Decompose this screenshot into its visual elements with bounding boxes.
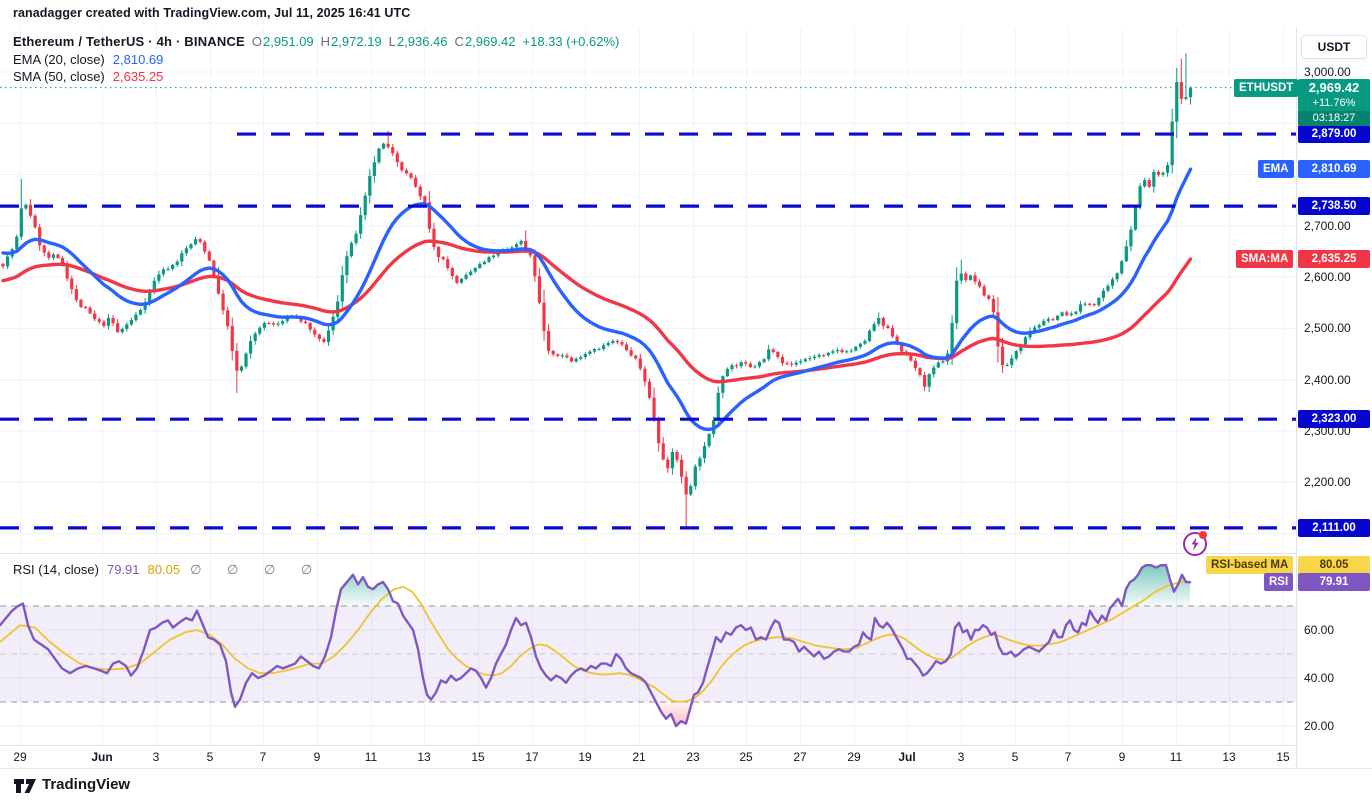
last-price: 2,969.42 [1298, 79, 1370, 96]
bar-countdown: 03:18:27 [1298, 111, 1370, 126]
sma-legend-value: 2,635.25 [113, 69, 164, 84]
price-axis-label: 2,400.00 [1304, 373, 1370, 387]
price-axis-label: 2,500.00 [1304, 321, 1370, 335]
sma-legend-label: SMA (50, close) [13, 69, 105, 84]
support-resistance-price-box[interactable]: 2,879.00 [1298, 125, 1370, 143]
ema-legend-value: 2,810.69 [113, 52, 164, 67]
rsi-axis-label: 20.00 [1304, 719, 1370, 733]
sma-price-box: 2,635.25 [1298, 250, 1370, 268]
price-axis-label: 2,700.00 [1304, 219, 1370, 233]
rsi-value-box: 79.91 [1298, 573, 1370, 591]
legend-symbol-row: Ethereum / TetherUS · 4h · BINANCE O2,951… [13, 34, 619, 51]
rsi-ma-value-box: 80.05 [1298, 556, 1370, 574]
attribution-text: ranadagger created with TradingView.com,… [13, 6, 410, 20]
ema-tag[interactable]: EMA [1258, 160, 1294, 178]
ema-legend-label: EMA (20, close) [13, 52, 105, 67]
support-resistance-price-box[interactable]: 2,738.50 [1298, 197, 1370, 215]
symbol-tag[interactable]: ETHUSDT [1234, 79, 1298, 97]
price-axis-label: 2,600.00 [1304, 270, 1370, 284]
rsi-legend-label: RSI (14, close) [13, 562, 99, 577]
ohlc-key: L [389, 34, 396, 49]
symbol-title: Ethereum / TetherUS · 4h · BINANCE [13, 34, 245, 49]
tradingview-wordmark[interactable]: TradingView [42, 776, 130, 793]
legend-sma-row: SMA (50, close) 2,635.25 [13, 69, 163, 86]
support-resistance-price-box[interactable]: 2,323.00 [1298, 410, 1370, 428]
rsi-ma-legend-value: 80.05 [148, 562, 181, 577]
ohlc-key: O [252, 34, 262, 49]
ohlc-key: C [455, 34, 464, 49]
support-resistance-price-box[interactable]: 2,111.00 [1298, 519, 1370, 537]
sma-tag[interactable]: SMA:MA [1236, 250, 1293, 268]
ohlc-value: 2,936.46 [397, 34, 448, 49]
rsi-legend-value: 79.91 [107, 562, 140, 577]
day-change-percent: +11.76% [1298, 96, 1370, 111]
ohlc-value: 2,951.09 [263, 34, 314, 49]
notification-dot [1199, 531, 1207, 539]
change-value: +18.33 (+0.62%) [523, 34, 620, 49]
tradingview-logo-icon[interactable] [13, 776, 39, 801]
legend-ema-row: EMA (20, close) 2,810.69 [13, 52, 163, 69]
ohlc-value: 2,972.19 [331, 34, 382, 49]
rsi-legend-row: RSI (14, close) 79.91 80.05 ∅ ∅ ∅ ∅ [13, 562, 323, 579]
ema-price-box: 2,810.69 [1298, 160, 1370, 178]
rsi-axis-label: 40.00 [1304, 671, 1370, 685]
boost-button[interactable] [1183, 532, 1207, 556]
rsi-tag[interactable]: RSI [1264, 573, 1293, 591]
currency-unit-button[interactable]: USDT [1301, 35, 1367, 59]
price-axis-label: 2,200.00 [1304, 475, 1370, 489]
footer-bar: TradingView [0, 768, 1372, 801]
tradingview-chart-page: 29Jun357911131517192123252729Jul35791113… [0, 0, 1372, 801]
ohlc-key: H [321, 34, 330, 49]
price-axis-label: 3,000.00 [1304, 65, 1370, 79]
last-price-box: 2,969.42+11.76%03:18:27 [1298, 79, 1370, 126]
rsi-axis-label: 60.00 [1304, 623, 1370, 637]
rsi-ma-tag[interactable]: RSI-based MA [1206, 556, 1293, 574]
rsi-hidden-values: ∅ ∅ ∅ ∅ [190, 562, 323, 577]
ohlc-value: 2,969.42 [465, 34, 516, 49]
